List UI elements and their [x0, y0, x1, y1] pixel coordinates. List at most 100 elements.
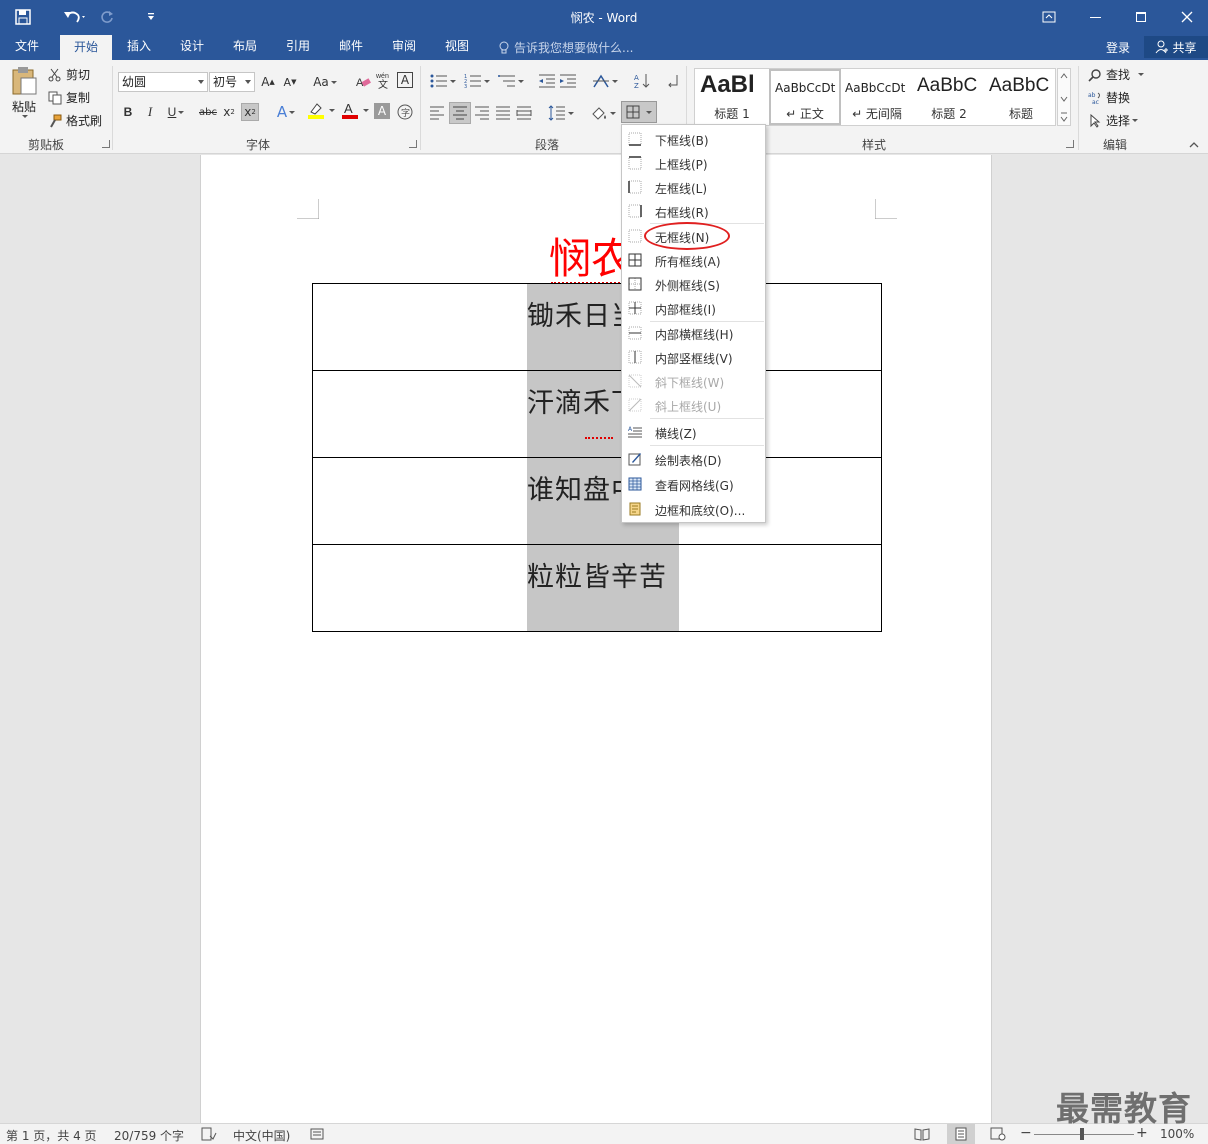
subscript-icon[interactable]: x2: [220, 103, 238, 121]
superscript-icon[interactable]: x2: [241, 103, 259, 121]
tab-insert[interactable]: 插入: [116, 34, 162, 60]
table-cell[interactable]: 锄禾日当: [312, 283, 882, 371]
menu-item-diagonal-up-border[interactable]: 斜上框线(U): [622, 393, 765, 417]
enclose-characters-icon[interactable]: 字: [396, 103, 414, 121]
menu-item-draw-table[interactable]: 绘制表格(D): [622, 447, 765, 471]
collapse-ribbon-icon[interactable]: [1187, 138, 1201, 152]
grow-font-icon[interactable]: A ▲: [259, 73, 277, 91]
tab-design[interactable]: 设计: [169, 34, 215, 60]
print-layout-icon[interactable]: [947, 1124, 975, 1144]
menu-item-borders-and-shading[interactable]: 边框和底纹(O)...: [622, 497, 765, 521]
tab-review[interactable]: 审阅: [381, 34, 427, 60]
menu-item-horizontal-line[interactable]: A 横线(Z): [622, 420, 765, 444]
menu-item-all-borders[interactable]: 所有框线(A): [622, 248, 765, 272]
copy-button[interactable]: 复制: [48, 89, 90, 106]
menu-item-view-gridlines[interactable]: 查看网格线(G): [622, 472, 765, 496]
styles-launcher-icon[interactable]: [1066, 140, 1074, 148]
menu-item-diagonal-down-border[interactable]: 斜下框线(W): [622, 369, 765, 393]
phonetic-guide-icon[interactable]: wén 文: [375, 71, 393, 89]
change-case-icon[interactable]: Aa: [310, 73, 340, 91]
tab-view[interactable]: 视图: [434, 34, 480, 60]
clipboard-launcher-icon[interactable]: [102, 140, 110, 148]
sign-in-link[interactable]: 登录: [1106, 39, 1130, 56]
clear-formatting-icon[interactable]: A: [354, 73, 372, 91]
tab-file[interactable]: 文件: [4, 34, 50, 60]
align-center-icon[interactable]: [449, 102, 471, 124]
select-button[interactable]: 选择: [1088, 112, 1139, 129]
increase-indent-icon[interactable]: [559, 72, 577, 90]
character-border-icon[interactable]: A: [397, 72, 413, 88]
word-count[interactable]: 20/759 个字: [114, 1127, 184, 1144]
show-paragraph-marks-icon[interactable]: [664, 72, 682, 90]
decrease-indent-icon[interactable]: [538, 72, 556, 90]
character-shading-icon[interactable]: A: [374, 103, 390, 119]
style-normal[interactable]: AaBbCcDt ↵ 正文: [769, 69, 841, 125]
justify-icon[interactable]: [494, 104, 512, 122]
style-heading-2[interactable]: AaBbC 标题 2: [913, 69, 985, 125]
font-size-combo[interactable]: 初号: [209, 72, 255, 92]
align-left-icon[interactable]: [428, 104, 446, 122]
table-cell[interactable]: 谁知盘中: [312, 457, 882, 545]
underline-icon[interactable]: U: [163, 103, 189, 121]
style-title[interactable]: AaBbC 标题: [985, 69, 1057, 125]
table-cell[interactable]: 汗滴禾下: [312, 370, 882, 458]
table-cell[interactable]: 粒粒皆辛苦: [312, 544, 882, 632]
align-right-icon[interactable]: [473, 104, 491, 122]
distributed-icon[interactable]: [515, 104, 533, 122]
style-heading-1[interactable]: AaBl 标题 1: [696, 69, 768, 125]
share-button[interactable]: 共享: [1144, 36, 1208, 58]
paste-button[interactable]: 粘贴: [6, 66, 42, 132]
web-layout-icon[interactable]: [990, 1127, 1006, 1144]
language-indicator[interactable]: 中文(中国): [233, 1127, 290, 1144]
font-color-icon[interactable]: A: [340, 101, 370, 119]
replace-button[interactable]: ab ac 替换: [1088, 89, 1130, 106]
menu-item-inside-horizontal-border[interactable]: 内部横框线(H): [622, 321, 765, 345]
document-page[interactable]: 悯农 锄禾日当 汗滴禾下 谁知盘中 粒粒皆辛苦: [200, 155, 992, 1123]
style-no-spacing[interactable]: AaBbCcDt ↵ 无间隔: [841, 69, 913, 125]
zoom-slider[interactable]: [1034, 1134, 1134, 1135]
bullets-icon[interactable]: [428, 72, 458, 90]
shrink-font-icon[interactable]: A ▼: [281, 73, 299, 91]
maximize-icon[interactable]: [1118, 0, 1164, 34]
menu-item-inside-vertical-border[interactable]: 内部竖框线(V): [622, 345, 765, 369]
proofing-icon[interactable]: [201, 1127, 217, 1144]
text-effects-icon[interactable]: A: [272, 103, 300, 121]
multilevel-list-icon[interactable]: [496, 72, 526, 90]
format-painter-button[interactable]: 格式刷: [48, 112, 102, 129]
font-launcher-icon[interactable]: [409, 140, 417, 148]
highlight-color-icon[interactable]: [306, 101, 336, 119]
borders-button[interactable]: [621, 101, 657, 123]
italic-icon[interactable]: I: [141, 103, 159, 121]
tab-mailings[interactable]: 邮件: [328, 34, 374, 60]
minimize-icon[interactable]: [1072, 0, 1118, 34]
font-name-combo[interactable]: 幼圆: [118, 72, 208, 92]
poem-table[interactable]: 锄禾日当 汗滴禾下 谁知盘中 粒粒皆辛苦: [312, 283, 882, 632]
read-mode-icon[interactable]: [914, 1127, 930, 1144]
bold-icon[interactable]: B: [119, 103, 137, 121]
menu-item-outside-borders[interactable]: 外侧框线(S): [622, 272, 765, 296]
numbering-icon[interactable]: 123: [462, 72, 492, 90]
menu-item-bottom-border[interactable]: 下框线(B): [622, 127, 765, 151]
tab-references[interactable]: 引用: [275, 34, 321, 60]
styles-gallery-scroll[interactable]: [1057, 68, 1071, 126]
close-icon[interactable]: [1164, 0, 1208, 34]
tab-layout[interactable]: 布局: [222, 34, 268, 60]
page-count[interactable]: 第 1 页，共 4 页: [6, 1127, 97, 1144]
menu-item-left-border[interactable]: 左框线(L): [622, 175, 765, 199]
tab-home[interactable]: 开始: [60, 35, 112, 61]
menu-item-right-border[interactable]: 右框线(R): [622, 199, 765, 223]
find-button[interactable]: 查找: [1088, 66, 1145, 83]
cut-button[interactable]: 剪切: [48, 66, 90, 83]
svg-text:ab: ab: [1088, 92, 1096, 99]
menu-item-inside-borders[interactable]: 内部框线(I): [622, 296, 765, 320]
sort-icon[interactable]: AZ: [633, 72, 651, 90]
menu-item-top-border[interactable]: 上框线(P): [622, 151, 765, 175]
strikethrough-icon[interactable]: abc: [197, 103, 219, 121]
shading-icon[interactable]: [588, 104, 618, 122]
line-spacing-icon[interactable]: [546, 104, 576, 122]
macro-recording-icon[interactable]: [310, 1127, 324, 1144]
ribbon-display-options-icon[interactable]: [1026, 0, 1072, 34]
tell-me-box[interactable]: 告诉我您想要做什么...: [498, 39, 633, 56]
chinese-layout-icon[interactable]: [590, 72, 620, 90]
zoom-out-icon[interactable]: −: [1020, 1125, 1032, 1141]
